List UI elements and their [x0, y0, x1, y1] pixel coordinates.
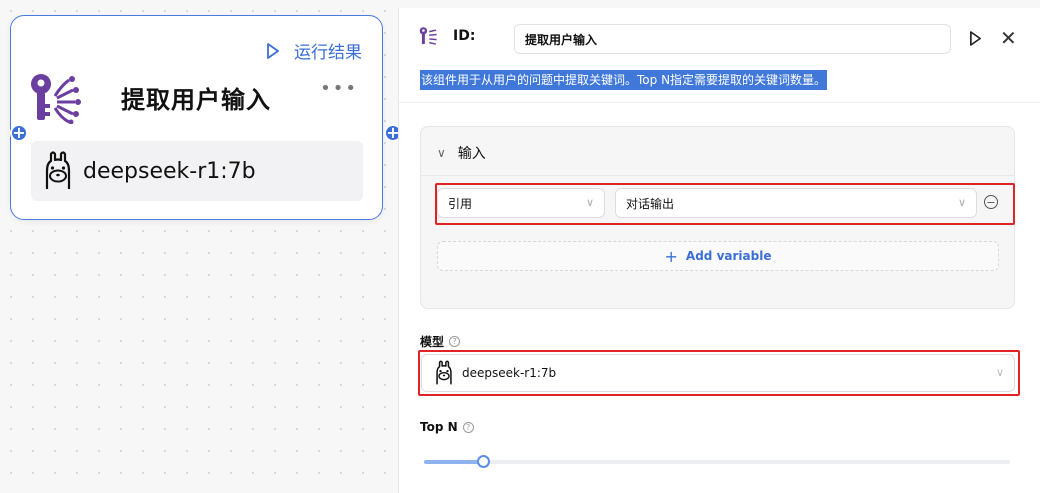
chevron-down-icon: ∨	[995, 366, 1004, 379]
chevron-down-icon: ∨	[585, 196, 594, 209]
topn-slider[interactable]	[424, 455, 1010, 468]
reference-type-value: 引用	[448, 196, 473, 211]
run-result-label: 运行结果	[294, 43, 362, 63]
divider	[399, 102, 1040, 103]
model-label: 模型 ?	[420, 333, 461, 350]
run-node-button[interactable]	[969, 31, 982, 50]
plus-icon: +	[664, 246, 678, 266]
component-description[interactable]: 该组件用于从用户的问题中提取关键词。Top N指定需要提取的关键词数量。	[420, 70, 828, 90]
remove-variable-icon[interactable]: −	[984, 195, 998, 209]
model-label-text: 模型	[420, 335, 445, 349]
run-result-button[interactable]: 运行结果	[266, 38, 362, 63]
topn-slider-handle[interactable]	[476, 455, 490, 468]
keyword-extract-icon	[419, 27, 437, 45]
node-config-panel: ID: 提取用户输入 ✕ 该组件用于从用户的问题中提取关键词。Top N指定需要…	[398, 8, 1040, 493]
help-icon[interactable]: ?	[462, 421, 474, 433]
input-section: ∨ 输入 引用 ∨ 对话输出 ∨ − + Add variable	[420, 126, 1015, 309]
reference-source-value: 对话输出	[626, 196, 675, 211]
panel-header: ID:	[419, 25, 475, 47]
canvas-node-extract-user-input[interactable]: 运行结果 提取用户输入 ••• deepseek-r1:7b + +	[10, 15, 402, 220]
divider	[421, 175, 1014, 176]
ollama-llama-icon	[436, 360, 452, 385]
input-port-add-icon[interactable]: +	[10, 124, 28, 142]
chevron-down-icon: ∨	[957, 196, 966, 209]
reference-source-select[interactable]: 对话输出 ∨	[615, 188, 977, 218]
play-icon	[267, 42, 279, 59]
keyword-extract-icon	[29, 72, 89, 128]
close-icon[interactable]: ✕	[1000, 26, 1017, 50]
node-id-input[interactable]: 提取用户输入	[514, 24, 951, 54]
id-label: ID:	[453, 28, 476, 44]
play-icon	[970, 31, 981, 46]
model-select[interactable]: deepseek-r1:7b ∨	[421, 354, 1015, 392]
topn-slider-fill	[424, 460, 483, 464]
model-select-value: deepseek-r1:7b	[462, 366, 557, 380]
topn-label: Top N ?	[420, 420, 474, 434]
add-variable-button[interactable]: + Add variable	[437, 241, 999, 271]
input-section-toggle[interactable]: ∨ 输入	[437, 143, 486, 163]
ollama-llama-icon	[45, 151, 71, 189]
more-options-icon[interactable]: •••	[320, 78, 358, 99]
topn-label-text: Top N	[420, 420, 458, 434]
node-title: 提取用户输入	[121, 86, 271, 114]
input-section-title: 输入	[457, 146, 486, 162]
help-icon[interactable]: ?	[449, 336, 461, 347]
chevron-down-icon: ∨	[437, 146, 446, 160]
node-model-chip: deepseek-r1:7b	[31, 141, 363, 201]
reference-type-select[interactable]: 引用 ∨	[437, 188, 605, 218]
add-variable-label: Add variable	[685, 249, 772, 263]
node-model-name: deepseek-r1:7b	[83, 158, 256, 184]
